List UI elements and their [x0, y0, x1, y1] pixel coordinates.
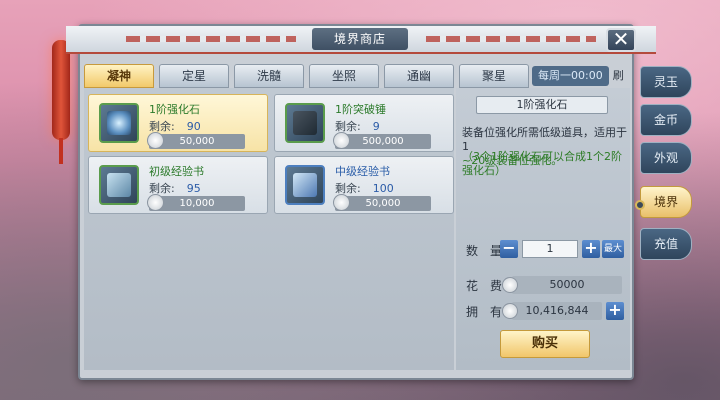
category-tabs: 凝神 定星 洗髓 坐照 通幽 聚星 [84, 64, 529, 88]
quantity-increase-button[interactable]: + [582, 240, 600, 258]
quantity-decrease-button[interactable]: − [500, 240, 518, 258]
exp-book-icon [99, 165, 139, 205]
tab-tongyou[interactable]: 通幽 [384, 64, 454, 88]
add-currency-button[interactable]: + [606, 302, 624, 320]
topbar-ornament-left [126, 36, 296, 42]
item-card[interactable]: 1阶突破锤 剩余: 9 500,000 [274, 94, 454, 152]
cost-label: 花 费 [466, 279, 503, 293]
side-tab-appearance[interactable]: 外观 [640, 142, 692, 174]
silver-coin-icon [147, 132, 164, 149]
item-name: 1阶强化石 [149, 103, 200, 116]
side-tab-recharge[interactable]: 充值 [640, 228, 692, 260]
cost-value: 50000 [512, 276, 622, 294]
active-indicator-icon [635, 200, 645, 210]
lantern-decoration [52, 40, 70, 140]
tab-juxing[interactable]: 聚星 [459, 64, 529, 88]
tab-ningshen[interactable]: 凝神 [84, 64, 154, 88]
side-tab-realm[interactable]: 境界 [640, 186, 692, 218]
item-card[interactable]: 初级经验书 剩余: 95 10,000 [88, 156, 268, 214]
quantity-label: 数 量 [466, 244, 503, 258]
silver-coin-icon [333, 132, 350, 149]
owned-label: 拥 有 [466, 305, 503, 319]
weekly-refresh: 每周一00:00刷新 [532, 66, 632, 102]
close-button[interactable]: ✕ [606, 28, 636, 52]
item-name: 初级经验书 [149, 165, 204, 178]
exp-book-icon [285, 165, 325, 205]
hammer-icon [285, 103, 325, 143]
quantity-input[interactable]: 1 [522, 240, 578, 258]
item-name: 1阶突破锤 [335, 103, 386, 116]
silver-coin-icon [502, 303, 518, 319]
silver-coin-icon [502, 277, 518, 293]
item-card[interactable]: 中级经验书 剩余: 100 50,000 [274, 156, 454, 214]
buy-button[interactable]: 购买 [500, 330, 590, 358]
lantern-tassel [59, 138, 63, 164]
detail-title: 1阶强化石 [476, 96, 608, 114]
silver-coin-icon [333, 194, 350, 211]
item-card[interactable]: 1阶强化石 剩余: 90 50,000 [88, 94, 268, 152]
max-button[interactable]: 最大 [602, 240, 624, 258]
item-name: 中级经验书 [335, 165, 390, 178]
owned-value: 10,416,844 [512, 302, 602, 320]
item-combine-note: （3个1阶强化石可以合成1个2阶强化石） [462, 150, 622, 177]
silver-coin-icon [147, 194, 164, 211]
strengthen-stone-icon [99, 103, 139, 143]
tab-zuozhao[interactable]: 坐照 [309, 64, 379, 88]
side-tab-gold[interactable]: 金币 [640, 104, 692, 136]
tab-xisui[interactable]: 洗髓 [234, 64, 304, 88]
topbar-ornament-right [426, 36, 596, 42]
window-title: 境界商店 [312, 28, 408, 50]
side-tab-lingyu[interactable]: 灵玉 [640, 66, 692, 98]
refresh-time: 每周一00:00 [532, 66, 609, 86]
tab-dingxing[interactable]: 定星 [159, 64, 229, 88]
